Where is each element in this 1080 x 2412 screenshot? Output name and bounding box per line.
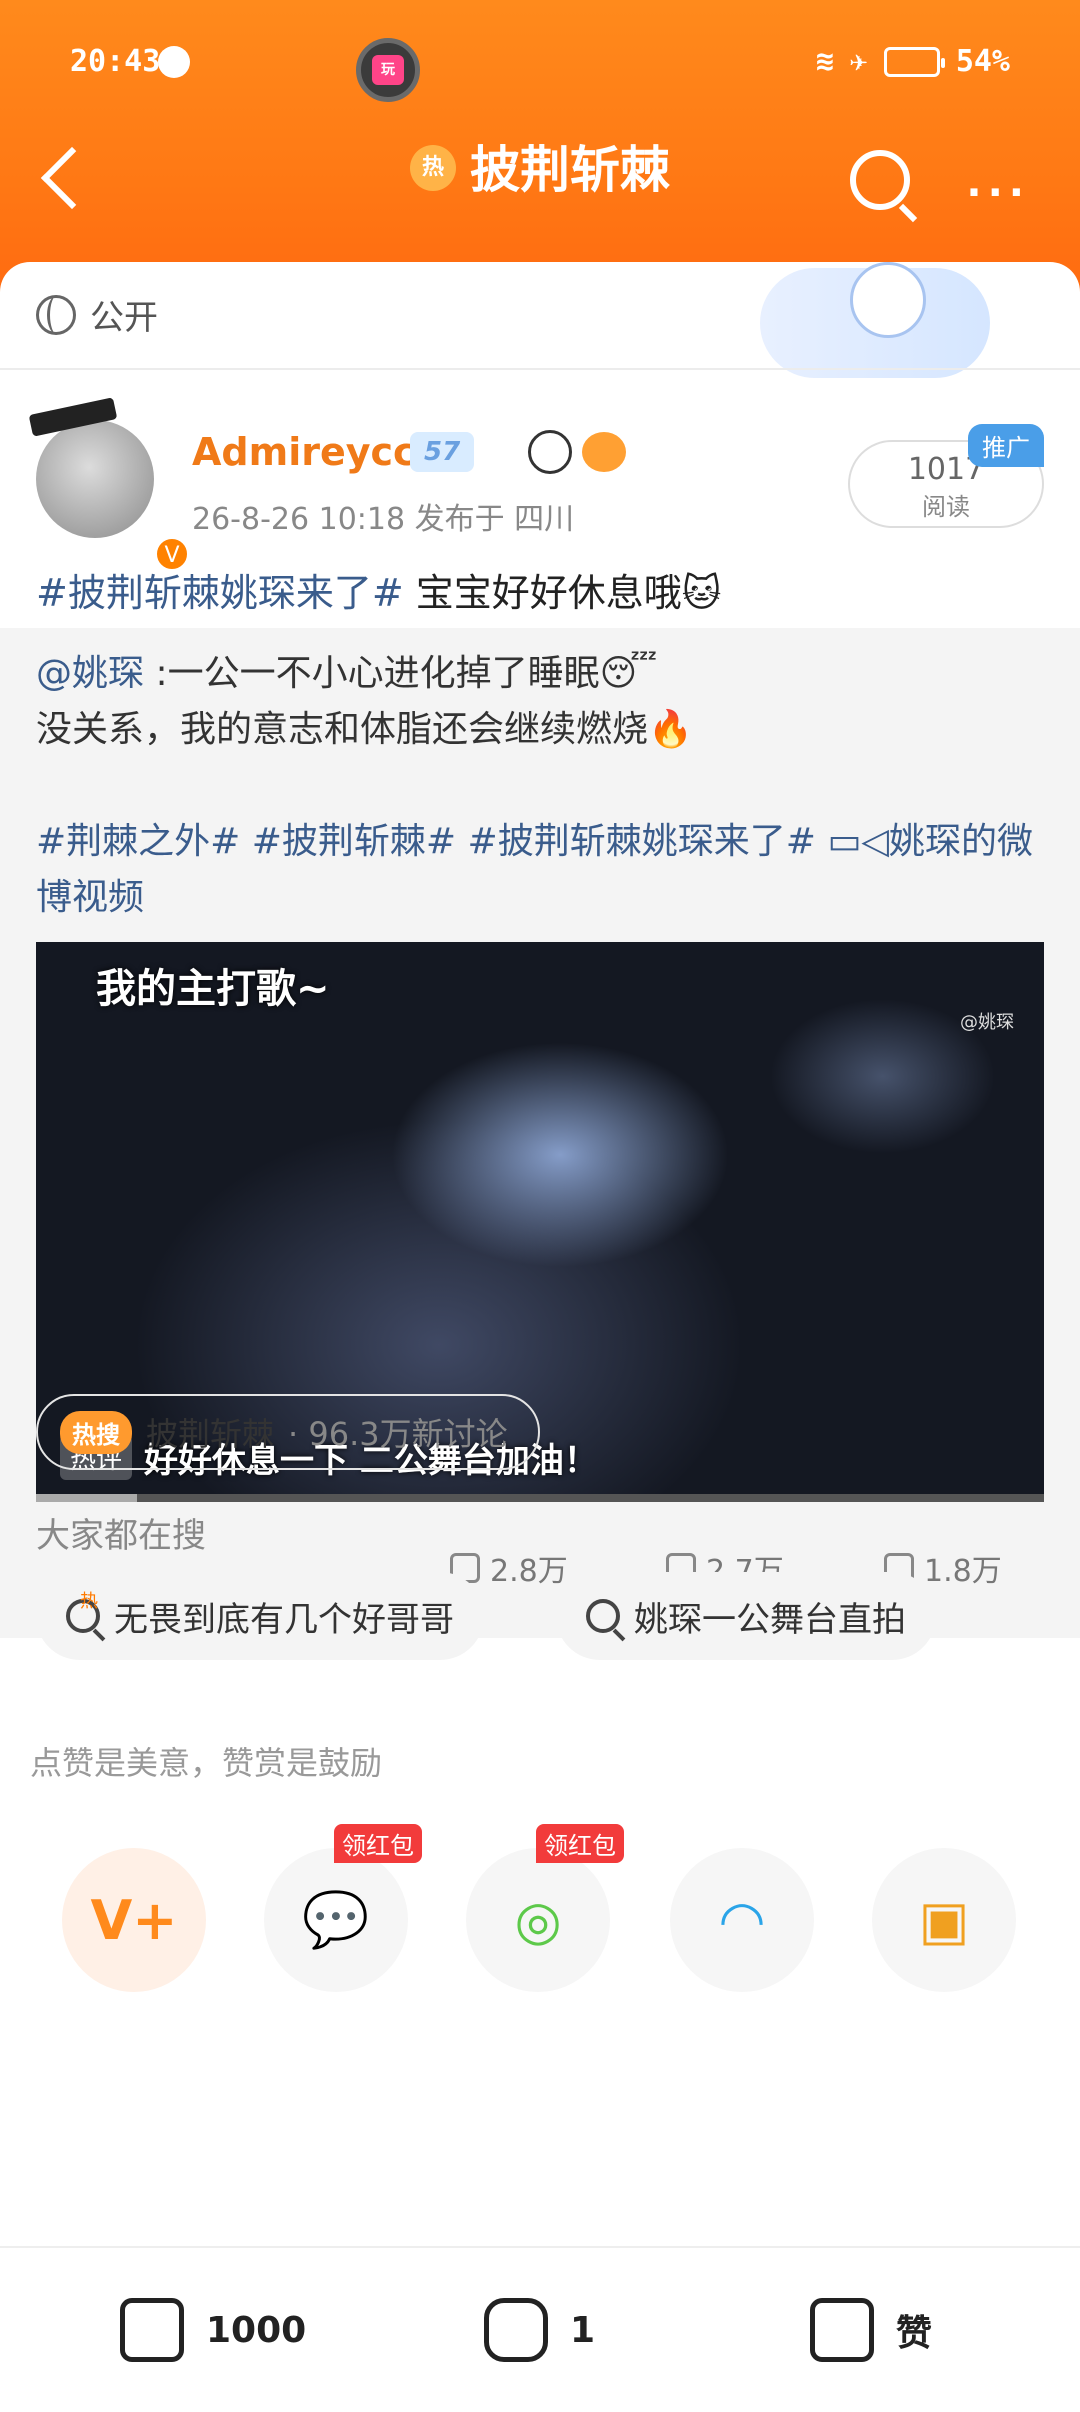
like-label: 赞 [896, 2313, 933, 2354]
comment-icon [484, 2298, 548, 2362]
like-button[interactable]: 赞 [810, 2298, 932, 2362]
qq-icon: ◠ [721, 1888, 763, 1952]
bottom-action-bar: 1000 1 赞 [0, 2246, 1080, 2412]
search-chip[interactable]: 无畏到底有几个好哥哥 [36, 1572, 484, 1660]
visibility-label: 公开 [90, 298, 158, 338]
panda-icon [528, 430, 572, 474]
wechat-icon: 💬 [302, 1888, 370, 1951]
hot-search-icon [66, 1587, 100, 1633]
status-right: ≋ ✈ 54% [816, 44, 1010, 79]
video-progress-bar[interactable] [36, 1494, 1044, 1502]
author-row: V Admireyccx 57 26-8-26 10:18 发布于 四川 101… [0, 390, 1080, 572]
search-chip-text: 无畏到底有几个好哥哥 [114, 1599, 454, 1640]
hot-search-topic: 披荆斩棘 [146, 1415, 275, 1453]
hot-topic-icon: 热 [410, 144, 456, 191]
search-icon[interactable] [850, 150, 910, 210]
mention-link[interactable]: @姚琛 [36, 653, 144, 694]
promo-badge[interactable]: 推广 [968, 424, 1044, 467]
save-image-icon: ▣ [918, 1888, 970, 1952]
post-headline: #披荆斩棘姚琛来了# 宝宝好好休息哦🐱 [36, 562, 721, 617]
hot-search-count: · 96.3万新讨论 [288, 1415, 508, 1453]
globe-icon [36, 294, 76, 335]
nav-bar: 热披荆斩棘 ··· [0, 120, 1080, 220]
vplus-button[interactable]: V+ [62, 1848, 206, 1992]
moments-button[interactable]: ◎ [466, 1848, 610, 1992]
weibo-notification-icon [158, 46, 190, 78]
page-title: 热披荆斩棘 [0, 130, 1080, 202]
page-title-text: 披荆斩棘 [470, 141, 670, 199]
moments-icon: ◎ [514, 1888, 562, 1952]
search-chip-text: 姚琛一公舞台直拍 [634, 1599, 906, 1640]
repost-line1: :一公一不小心进化掉了睡眠😴 [144, 653, 658, 694]
divider [0, 368, 1080, 370]
red-packet-badge: 领红包 [536, 1824, 624, 1863]
cat-emoji-icon: 🐱 [681, 571, 722, 615]
wechat-button[interactable]: 💬 [264, 1848, 408, 1992]
share-row: V+ 💬 领红包 ◎ 领红包 ◠ ▣ [0, 1824, 1080, 1992]
repost-stat-value: 2.8万 [490, 1554, 568, 1589]
battery-percent: 54% [955, 44, 1010, 79]
fish-icon [582, 432, 626, 472]
top-header: 20:43 玩 ≋ ✈ 54% 热披荆斩棘 ··· [0, 0, 1080, 300]
reposted-content[interactable]: @姚琛 :一公一不小心进化掉了睡眠😴 没关系，我的意志和体脂还会继续燃烧🔥 #荆… [0, 628, 1080, 1638]
status-time: 20:43 [70, 44, 161, 79]
repost-count: 1000 [206, 2309, 307, 2351]
airplane-icon: ✈ [849, 44, 868, 79]
post-meta: 26-8-26 10:18 发布于 四川 [192, 502, 575, 537]
comment-button[interactable]: 1 [484, 2298, 595, 2362]
battery-icon [883, 46, 945, 77]
more-icon[interactable]: ··· [966, 170, 1030, 216]
floating-app-icon: 玩 [356, 38, 420, 102]
red-packet-badge: 领红包 [334, 1824, 422, 1863]
hot-search-pill[interactable]: 热搜 披荆斩棘 · 96.3万新讨论 [36, 1394, 540, 1470]
avatar[interactable]: V [28, 397, 190, 572]
save-image-button[interactable]: ▣ [872, 1848, 1016, 1992]
level-badge: 57 [410, 432, 475, 472]
video-watermark: @姚琛 [960, 1012, 1014, 1033]
read-label: 阅读 [922, 493, 970, 521]
graduation-cap-icon [28, 397, 118, 437]
video-caption: 我的主打歌~ [96, 966, 330, 1012]
post-card: 公开 V Admireyccx 57 26-8-26 10:18 发布于 四川 … [0, 262, 1080, 2412]
post-text: 宝宝好好休息哦 [403, 571, 682, 615]
hot-search-label: 热搜 [60, 1410, 132, 1454]
post-topic-tag[interactable]: #披荆斩棘姚琛来了# [36, 571, 404, 615]
comment-count: 1 [570, 2309, 596, 2351]
thumbs-up-icon [810, 2298, 874, 2362]
repost-line2: 没关系，我的意志和体脂还会继续燃烧🔥 [36, 709, 693, 750]
like-stat-value: 1.8万 [924, 1554, 1002, 1589]
search-section-title: 大家都在搜 [36, 1516, 206, 1556]
video-camera-icon: ▭◁ [827, 821, 890, 862]
repost-button[interactable]: 1000 [120, 2298, 306, 2362]
vplus-icon: V+ [90, 1888, 178, 1952]
reposted-text: @姚琛 :一公一不小心进化掉了睡眠😴 没关系，我的意志和体脂还会继续燃烧🔥 #荆… [36, 646, 1046, 926]
bunny-sticker-decoration [760, 262, 990, 378]
wifi-icon: ≋ [815, 44, 834, 79]
search-chip[interactable]: 姚琛一公舞台直拍 [556, 1572, 936, 1660]
author-name[interactable]: Admireyccx [192, 430, 440, 474]
tip-text: 点赞是美意，赞赏是鼓励 [30, 1744, 383, 1782]
visibility-row: 公开 [36, 290, 158, 339]
search-icon [586, 1599, 620, 1633]
repost-tags[interactable]: #荆棘之外# #披荆斩棘# #披荆斩棘姚琛来了# [36, 821, 827, 862]
video-progress-fill [36, 1494, 137, 1502]
qq-button[interactable]: ◠ [670, 1848, 814, 1992]
repost-icon [120, 2298, 184, 2362]
status-bar: 20:43 玩 ≋ ✈ 54% [0, 38, 1080, 102]
